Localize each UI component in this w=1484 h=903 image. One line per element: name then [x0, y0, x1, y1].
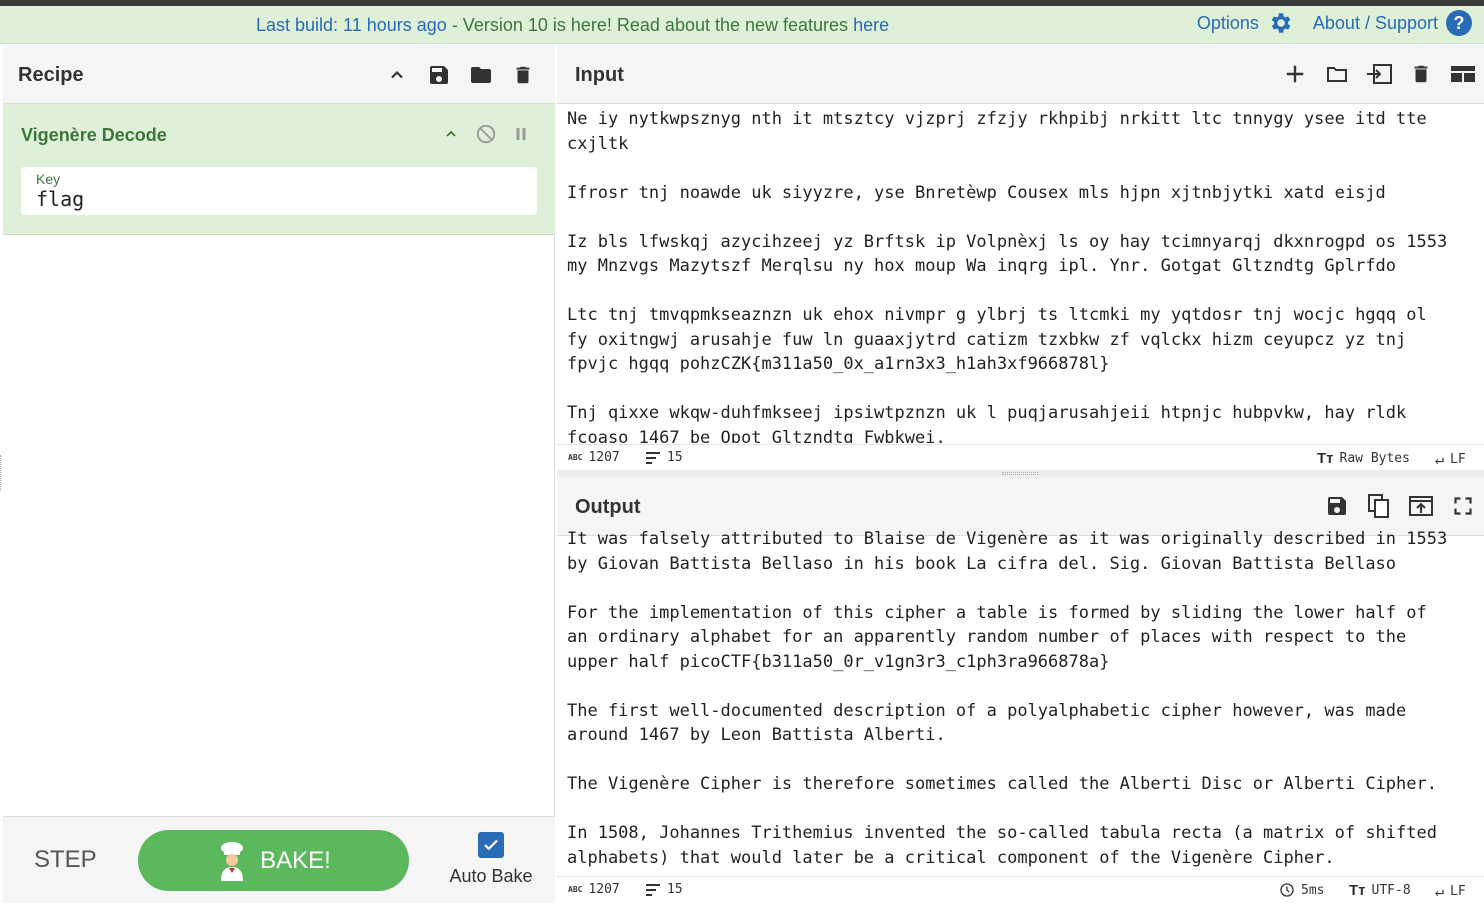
output-status-bar: ABC 1207 15 5ms Tт UTF-8 ↵ LF — [557, 876, 1484, 902]
replace-input-button[interactable] — [1400, 492, 1442, 520]
load-recipe-button[interactable] — [460, 61, 502, 89]
bake-bar: STEP BAKE! Auto Bake — [3, 816, 555, 903]
input-file-icon — [1367, 64, 1392, 84]
abc-icon: ABC — [568, 885, 583, 894]
chevron-up-icon — [445, 130, 456, 137]
disable-operation-button[interactable] — [468, 120, 503, 148]
input-eol-button[interactable]: ↵ LF — [1435, 450, 1466, 468]
output-eol-button[interactable]: ↵ LF — [1435, 882, 1466, 900]
gear-icon — [1271, 13, 1291, 33]
grip-dots — [1002, 472, 1038, 475]
last-build-text: Last build: 11 hours ago — [256, 15, 447, 35]
trash-icon — [516, 66, 530, 84]
input-lines: 15 — [667, 450, 683, 465]
bake-time: 5ms — [1301, 882, 1325, 898]
help-icon: ? — [1446, 10, 1472, 36]
auto-bake: Auto Bake — [446, 832, 536, 887]
input-status-bar: ABC 1207 15 Tт Raw Bytes ↵ LF — [557, 444, 1484, 470]
open-file-button[interactable] — [1358, 60, 1400, 88]
abc-icon: ABC — [568, 453, 583, 462]
input-pane: Input Ne iy nytkwpsznyg nth it mtsztcy v… — [557, 45, 1484, 470]
options-label: Options — [1196, 12, 1259, 33]
bake-button[interactable]: BAKE! — [138, 830, 409, 891]
input-encoding-button[interactable]: Tт Raw Bytes — [1317, 450, 1410, 467]
plus-icon — [1286, 65, 1304, 83]
copy-icon — [1368, 494, 1389, 518]
text-size-icon: Tт — [1317, 450, 1334, 467]
input-eol: LF — [1450, 451, 1466, 467]
about-label: About / Support — [1312, 12, 1438, 33]
about-support-button[interactable]: About / Support ? — [1313, 10, 1472, 36]
open-in-icon — [1409, 496, 1433, 516]
output-length: 1207 — [588, 882, 620, 897]
operation-vigenere-decode[interactable]: Vigenère Decode Key flag — [3, 104, 555, 235]
features-link[interactable]: here — [853, 15, 889, 35]
save-recipe-button[interactable] — [418, 61, 460, 89]
output-header: Output — [557, 477, 1484, 536]
maximise-output-button[interactable] — [1442, 492, 1484, 520]
minimise-operation-button[interactable] — [433, 120, 468, 148]
lines-icon — [646, 451, 660, 464]
output-lines: 15 — [667, 882, 683, 897]
checkmark-icon — [484, 839, 498, 851]
clock-icon — [1280, 883, 1294, 897]
bake-label: BAKE! — [260, 846, 331, 874]
return-icon: ↵ — [1435, 882, 1445, 900]
add-input-tab-button[interactable] — [1274, 60, 1316, 88]
recipe-panel: Recipe Vigenère Decode Key flag STEP BAK… — [3, 45, 555, 903]
input-encoding: Raw Bytes — [1339, 451, 1410, 466]
input-text[interactable]: Ne iy nytkwpsznyg nth it mtsztcy vjzprj … — [567, 107, 1477, 443]
auto-bake-label: Auto Bake — [449, 866, 533, 886]
output-encoding-button[interactable]: Tт UTF-8 — [1349, 882, 1411, 899]
chevron-up-icon — [391, 70, 403, 79]
key-label: Key — [36, 171, 61, 187]
save-icon — [430, 66, 448, 84]
key-value[interactable]: flag — [36, 187, 84, 211]
input-title: Input — [575, 64, 624, 86]
trash-icon — [1414, 65, 1428, 83]
operation-name: Vigenère Decode — [21, 125, 167, 145]
recipe-header: Recipe — [3, 45, 555, 104]
output-title: Output — [575, 496, 641, 518]
save-icon — [1328, 497, 1346, 515]
folder-icon — [471, 67, 491, 83]
input-length: 1207 — [588, 450, 620, 465]
output-eol: LF — [1450, 883, 1466, 899]
auto-bake-checkbox[interactable] — [478, 832, 504, 858]
collapse-recipe-button[interactable] — [376, 61, 418, 89]
copy-output-button[interactable] — [1358, 492, 1400, 520]
clear-input-button[interactable] — [1400, 60, 1442, 88]
open-folder-button[interactable] — [1316, 60, 1358, 88]
reset-layout-button[interactable] — [1442, 60, 1484, 88]
recipe-title: Recipe — [18, 64, 84, 86]
fullscreen-icon — [1454, 497, 1472, 515]
version-message: - Version 10 is here! Read about the new… — [446, 15, 854, 35]
output-pane: Output It was falsely attributed to Blai… — [557, 477, 1484, 903]
pause-icon — [516, 128, 525, 140]
output-encoding: UTF-8 — [1371, 883, 1411, 898]
chef-icon — [221, 841, 244, 881]
text-size-icon: Tт — [1349, 882, 1366, 899]
clear-recipe-button[interactable] — [502, 61, 544, 89]
lines-icon — [646, 883, 660, 896]
key-field[interactable]: Key flag — [21, 167, 537, 215]
save-output-button[interactable] — [1316, 492, 1358, 520]
options-button[interactable]: Options — [1197, 10, 1293, 36]
folder-outline-icon — [1327, 67, 1347, 82]
notice-banner: Last build: 11 hours ago - Version 10 is… — [0, 6, 1484, 44]
disable-icon — [476, 124, 495, 144]
left-resize-handle[interactable] — [0, 455, 3, 491]
input-header: Input — [557, 45, 1484, 104]
step-button[interactable]: STEP — [34, 846, 97, 874]
return-icon: ↵ — [1435, 450, 1445, 468]
breakpoint-button[interactable] — [503, 120, 538, 148]
layout-icon — [1451, 66, 1475, 82]
banner-message: Last build: 11 hours ago - Version 10 is… — [256, 15, 889, 36]
output-text[interactable]: It was falsely attributed to Blaise de V… — [567, 530, 1477, 870]
